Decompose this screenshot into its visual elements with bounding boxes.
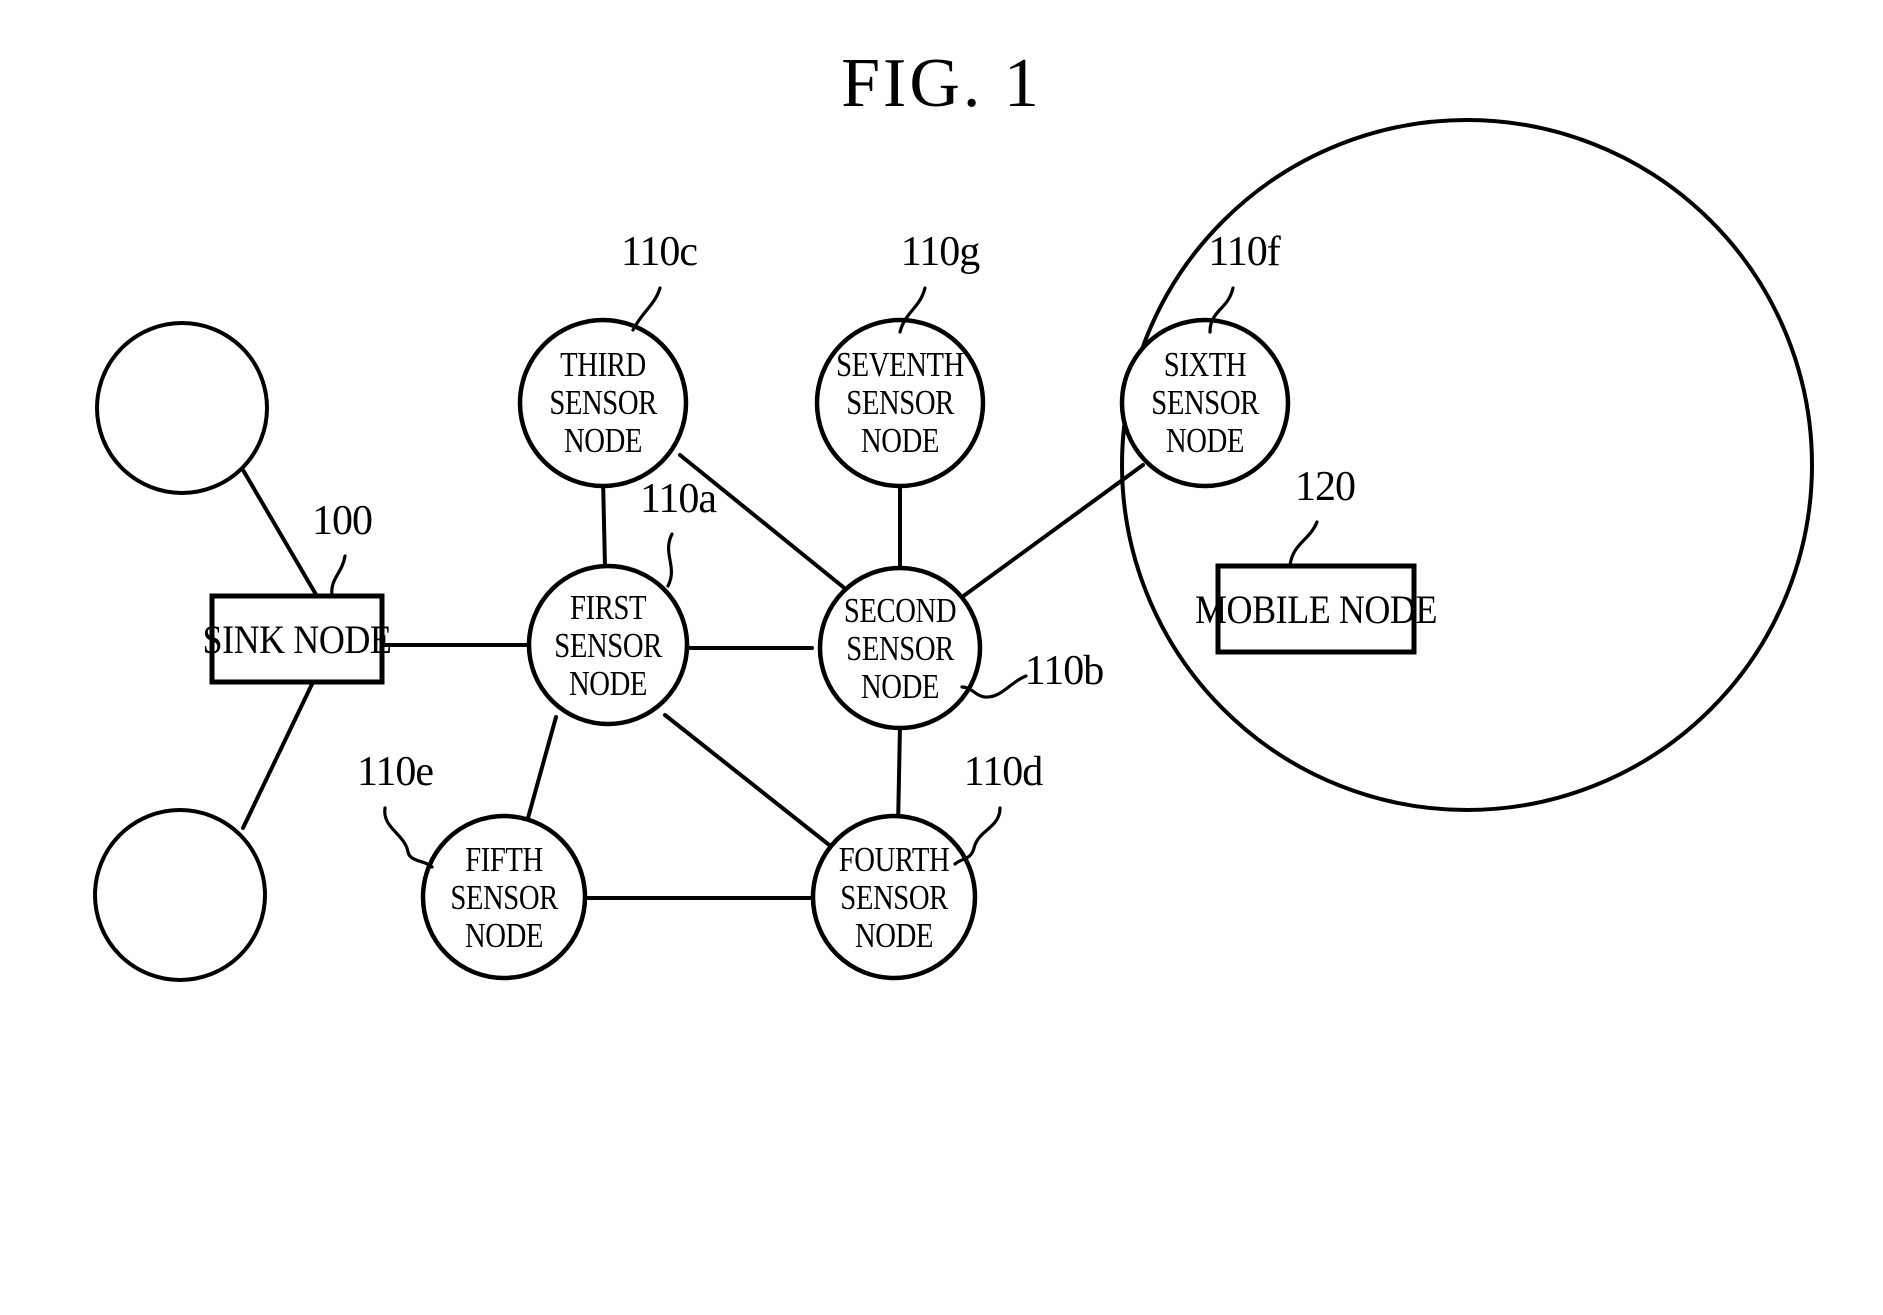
first-sensor-node-label-line3: NODE bbox=[569, 663, 647, 702]
unlabeled-node-bottom bbox=[93, 808, 267, 982]
ref-110d: 110d bbox=[953, 749, 1044, 866]
edge-second-to-fourth bbox=[896, 723, 902, 830]
fifth-sensor-node-label-line3: NODE bbox=[465, 915, 543, 954]
ref-120: 120 bbox=[1288, 464, 1356, 568]
fifth-sensor-node-label-line1: FIFTH bbox=[465, 839, 543, 878]
seventh-sensor-node-label-line2: SENSOR bbox=[846, 382, 955, 421]
ref-110c-text: 110c bbox=[621, 229, 697, 275]
ref-120-text: 120 bbox=[1295, 464, 1355, 510]
third-sensor-node-label-line1: THIRD bbox=[560, 344, 646, 383]
ref-110b: 110b bbox=[960, 648, 1104, 699]
ref-110e-leader bbox=[383, 806, 434, 869]
second-sensor-node-label-line3: NODE bbox=[861, 666, 939, 705]
ref-110f: 110f bbox=[1208, 229, 1282, 334]
sixth-sensor-node-label-line1: SIXTH bbox=[1164, 344, 1247, 383]
sink-node-label: SINK NODE bbox=[203, 618, 392, 662]
ref-110f-text: 110f bbox=[1208, 229, 1280, 275]
seventh-sensor-node-label-line3: NODE bbox=[861, 420, 939, 459]
ref-110c: 110c bbox=[621, 229, 698, 332]
ref-100-leader bbox=[330, 554, 347, 598]
edge-sink-to-unlabeled-bottom bbox=[241, 680, 315, 830]
seventh-sensor-node-label-line1: SEVENTH bbox=[836, 344, 964, 383]
sink-node[interactable]: SINK NODE bbox=[203, 593, 392, 685]
sixth-sensor-node-label-line2: SENSOR bbox=[1151, 382, 1260, 421]
mobile-node[interactable]: MOBILE NODE bbox=[1195, 563, 1437, 655]
fourth-sensor-node-label-line1: FOURTH bbox=[839, 839, 950, 878]
patent-figure-page: FIG. 1 SINK NODE MOBILE NODE THIRD SENSO… bbox=[0, 0, 1883, 1315]
sixth-sensor-node[interactable]: SIXTH SENSOR NODE bbox=[1119, 317, 1291, 489]
first-sensor-node-label-line1: FIRST bbox=[570, 587, 647, 626]
third-sensor-node-label-line2: SENSOR bbox=[549, 382, 658, 421]
ref-110a: 110a bbox=[640, 476, 718, 588]
sixth-sensor-node-label-line3: NODE bbox=[1166, 420, 1244, 459]
ref-120-leader bbox=[1288, 520, 1319, 568]
third-sensor-node[interactable]: THIRD SENSOR NODE bbox=[517, 317, 689, 489]
edge-third-to-first bbox=[601, 476, 607, 569]
edge-unlabeled-top-to-sink bbox=[241, 468, 320, 600]
ref-110b-text: 110b bbox=[1025, 648, 1103, 694]
fourth-sensor-node-label-line3: NODE bbox=[855, 915, 933, 954]
ref-110d-text: 110d bbox=[964, 749, 1043, 795]
ref-100-text: 100 bbox=[312, 498, 372, 544]
ref-110c-leader bbox=[631, 286, 662, 332]
second-sensor-node-label-line2: SENSOR bbox=[846, 628, 955, 667]
mobile-node-label: MOBILE NODE bbox=[1195, 588, 1437, 632]
ref-110a-leader bbox=[666, 532, 674, 588]
first-sensor-node[interactable]: FIRST SENSOR NODE bbox=[526, 563, 690, 727]
edge-second-to-sixth bbox=[956, 463, 1145, 602]
ref-110g: 110g bbox=[898, 229, 981, 334]
edge-first-to-fourth bbox=[663, 713, 835, 850]
unlabeled-node-top bbox=[95, 321, 269, 495]
second-sensor-node-label-line1: SECOND bbox=[844, 590, 956, 629]
second-sensor-node[interactable]: SECOND SENSOR NODE bbox=[817, 565, 983, 731]
ref-110e-text: 110e bbox=[357, 749, 433, 795]
fourth-sensor-node-label-line2: SENSOR bbox=[840, 877, 949, 916]
seventh-sensor-node[interactable]: SEVENTH SENSOR NODE bbox=[814, 317, 986, 489]
ref-110g-text: 110g bbox=[901, 229, 980, 275]
network-topology-diagram: SINK NODE MOBILE NODE THIRD SENSOR NODE … bbox=[93, 118, 1814, 982]
fourth-sensor-node[interactable]: FOURTH SENSOR NODE bbox=[810, 813, 978, 981]
ref-100: 100 bbox=[312, 498, 373, 598]
third-sensor-node-label-line3: NODE bbox=[564, 420, 642, 459]
ref-110e: 110e bbox=[357, 749, 434, 869]
edge-first-to-fifth bbox=[526, 715, 558, 820]
first-sensor-node-label-line2: SENSOR bbox=[554, 625, 663, 664]
fifth-sensor-node[interactable]: FIFTH SENSOR NODE bbox=[420, 813, 588, 981]
ref-110a-text: 110a bbox=[640, 476, 717, 522]
fifth-sensor-node-label-line2: SENSOR bbox=[450, 877, 559, 916]
